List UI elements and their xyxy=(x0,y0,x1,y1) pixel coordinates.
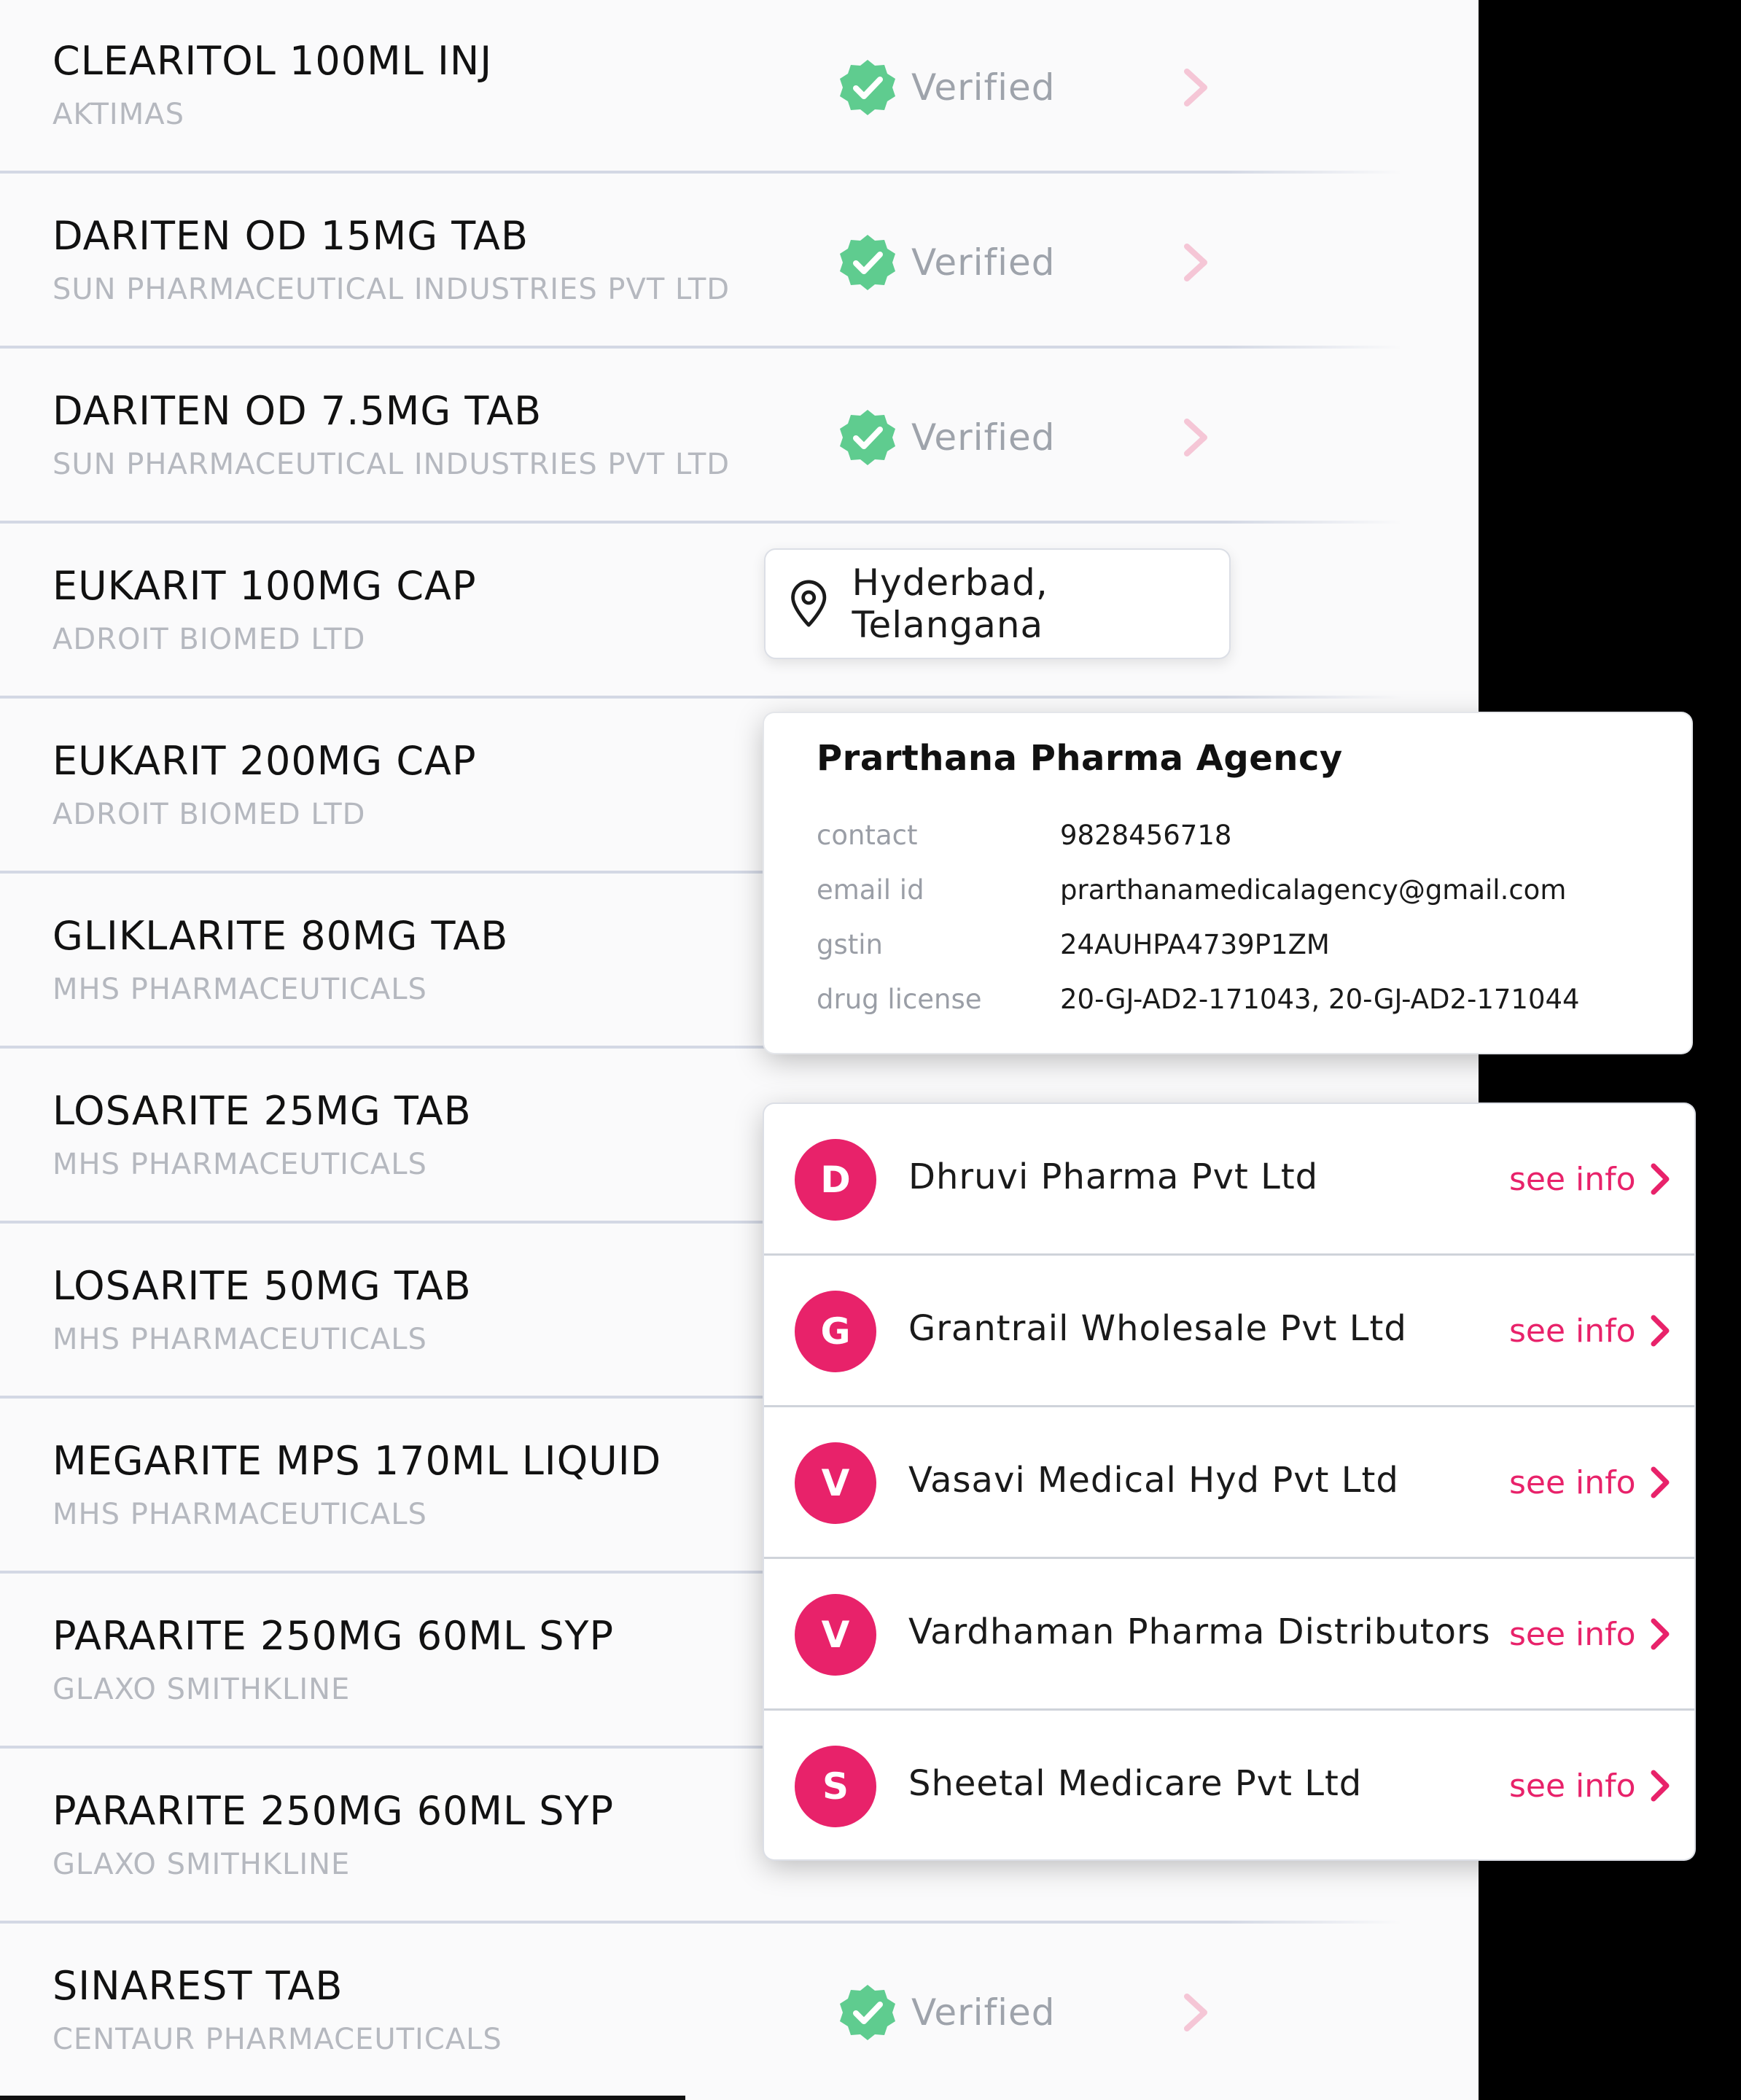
product-manufacturer: MHS PHARMACEUTICALS xyxy=(52,1323,427,1356)
distributor-row[interactable]: D Dhruvi Pharma Pvt Ltd see info xyxy=(764,1104,1694,1256)
distributor-name: Vardhaman Pharma Distributors xyxy=(908,1611,1491,1652)
avatar: D xyxy=(795,1139,876,1221)
product-name: EUKARIT 100MG CAP xyxy=(52,563,477,609)
verified-badge: Verified xyxy=(837,232,1056,293)
distributor-row[interactable]: V Vardhaman Pharma Distributors see info xyxy=(764,1559,1694,1711)
product-manufacturer: AKTIMAS xyxy=(52,98,184,131)
distributor-list-card: D Dhruvi Pharma Pvt Ltd see info G Grant… xyxy=(764,1104,1694,1859)
avatar: V xyxy=(795,1594,876,1676)
see-info-label: see info xyxy=(1509,1160,1636,1198)
verified-badge: Verified xyxy=(837,57,1056,118)
check-badge-icon xyxy=(840,410,895,465)
chevron-right-icon xyxy=(1651,1618,1670,1650)
see-info-label: see info xyxy=(1509,1767,1636,1805)
distributor-name: Vasavi Medical Hyd Pvt Ltd xyxy=(908,1460,1399,1501)
product-manufacturer: SUN PHARMACEUTICAL INDUSTRIES PVT LTD xyxy=(52,448,731,481)
product-name: CLEARITOL 100ML INJ xyxy=(52,38,493,84)
chevron-right-icon[interactable] xyxy=(1180,417,1212,458)
verified-label: Verified xyxy=(911,241,1056,284)
distributor-name: Dhruvi Pharma Pvt Ltd xyxy=(908,1156,1319,1197)
location-text: Hyderbad, Telangana xyxy=(852,561,1048,646)
product-name: GLIKLARITE 80MG TAB xyxy=(52,913,509,959)
verified-badge: Verified xyxy=(837,1982,1056,2043)
product-name: PARARITE 250MG 60ML SYP xyxy=(52,1788,615,1834)
product-manufacturer: CENTAUR PHARMACEUTICALS xyxy=(52,2023,502,2056)
chevron-right-icon xyxy=(1651,1315,1670,1347)
product-manufacturer: MHS PHARMACEUTICALS xyxy=(52,1148,427,1181)
chevron-right-icon xyxy=(1651,1163,1670,1195)
detail-label: email id xyxy=(817,874,924,906)
chevron-right-icon[interactable] xyxy=(1180,242,1212,283)
distributor-row[interactable]: V Vasavi Medical Hyd Pvt Ltd see info xyxy=(764,1407,1694,1559)
distributor-row[interactable]: S Sheetal Medicare Pvt Ltd see info xyxy=(764,1711,1694,1859)
chevron-right-icon[interactable] xyxy=(1180,1992,1212,2033)
check-badge-icon xyxy=(840,235,895,290)
see-info-label: see info xyxy=(1509,1615,1636,1653)
see-info-button[interactable]: see info xyxy=(1509,1156,1671,1202)
distributor-name: Grantrail Wholesale Pvt Ltd xyxy=(908,1308,1407,1349)
product-name: SINAREST TAB xyxy=(52,1963,343,2009)
product-manufacturer: ADROIT BIOMED LTD xyxy=(52,623,366,656)
detail-value: 24AUHPA4739P1ZM xyxy=(1060,929,1330,960)
see-info-label: see info xyxy=(1509,1463,1636,1501)
product-name: DARITEN OD 15MG TAB xyxy=(52,213,529,259)
detail-label: gstin xyxy=(817,929,884,960)
map-pin-icon xyxy=(791,580,827,627)
verified-label: Verified xyxy=(911,416,1056,459)
distributor-name: Sheetal Medicare Pvt Ltd xyxy=(908,1763,1363,1804)
distributor-row[interactable]: G Grantrail Wholesale Pvt Ltd see info xyxy=(764,1256,1694,1407)
see-info-button[interactable]: see info xyxy=(1509,1763,1671,1808)
check-badge-icon xyxy=(840,1985,895,2040)
verified-badge: Verified xyxy=(837,407,1056,468)
product-name: EUKARIT 200MG CAP xyxy=(52,738,477,784)
detail-value: 9828456718 xyxy=(1060,820,1232,851)
distributor-detail-card: Prarthana Pharma Agency contact 98284567… xyxy=(764,713,1691,1053)
see-info-button[interactable]: see info xyxy=(1509,1308,1671,1353)
product-manufacturer: GLAXO SMITHKLINE xyxy=(52,1673,351,1706)
product-manufacturer: GLAXO SMITHKLINE xyxy=(52,1848,351,1881)
product-name: MEGARITE MPS 170ML LIQUID xyxy=(52,1438,662,1484)
verified-label: Verified xyxy=(911,1991,1056,2034)
detail-label: contact xyxy=(817,820,918,851)
product-name: DARITEN OD 7.5MG TAB xyxy=(52,388,542,434)
see-info-label: see info xyxy=(1509,1312,1636,1350)
check-badge-icon xyxy=(840,60,895,115)
product-manufacturer: MHS PHARMACEUTICALS xyxy=(52,1498,427,1531)
location-chip[interactable]: Hyderbad, Telangana xyxy=(764,548,1231,659)
avatar: G xyxy=(795,1291,876,1372)
product-name: LOSARITE 25MG TAB xyxy=(52,1088,472,1134)
bottom-divider xyxy=(0,2096,685,2100)
chevron-right-icon[interactable] xyxy=(1180,67,1212,108)
product-manufacturer: ADROIT BIOMED LTD xyxy=(52,798,366,831)
see-info-button[interactable]: see info xyxy=(1509,1460,1671,1505)
detail-value: 20-GJ-AD2-171043, 20-GJ-AD2-171044 xyxy=(1060,984,1580,1015)
product-manufacturer: MHS PHARMACEUTICALS xyxy=(52,973,427,1006)
detail-label: drug license xyxy=(817,984,982,1015)
avatar: S xyxy=(795,1746,876,1827)
verified-label: Verified xyxy=(911,66,1056,109)
detail-value: prarthanamedicalagency@gmail.com xyxy=(1060,874,1567,906)
see-info-button[interactable]: see info xyxy=(1509,1611,1671,1657)
avatar: V xyxy=(795,1442,876,1524)
chevron-right-icon xyxy=(1651,1466,1670,1498)
product-name: LOSARITE 50MG TAB xyxy=(52,1263,472,1309)
agency-name: Prarthana Pharma Agency xyxy=(817,738,1343,779)
product-name: PARARITE 250MG 60ML SYP xyxy=(52,1613,615,1659)
chevron-right-icon xyxy=(1651,1770,1670,1802)
product-manufacturer: SUN PHARMACEUTICAL INDUSTRIES PVT LTD xyxy=(52,273,731,306)
